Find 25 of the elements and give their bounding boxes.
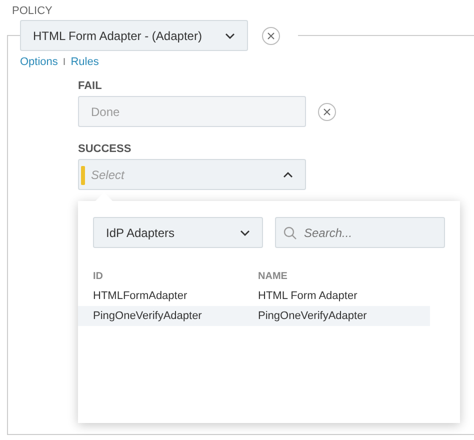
chevron-up-icon: [283, 172, 293, 178]
link-separator: I: [62, 56, 66, 68]
close-button[interactable]: [318, 102, 336, 120]
search-field[interactable]: Search...: [275, 217, 445, 248]
table-cell-text: HTMLFormAdapter: [93, 290, 188, 302]
policy-select[interactable]: HTML Form Adapter - (Adapter): [20, 20, 248, 51]
filter-select[interactable]: IdP Adapters: [93, 217, 263, 248]
table-row[interactable]: HTMLFormAdapter HTML Form Adapter: [78, 286, 430, 306]
section-label: POLICY: [12, 4, 54, 18]
search-icon: [283, 226, 297, 240]
close-button[interactable]: [262, 26, 280, 44]
table-cell-text: PingOneVerifyAdapter: [93, 310, 203, 322]
column-header: NAME: [258, 270, 288, 282]
table-cell-text: PingOneVerifyAdapter: [258, 310, 368, 322]
table-cell-text: HTML Form Adapter: [258, 290, 358, 302]
table-row[interactable]: PingOneVerifyAdapter PingOneVerifyAdapter: [78, 306, 430, 326]
close-icon: [267, 32, 275, 40]
options-link[interactable]: Options: [20, 56, 58, 68]
field-label: FAIL: [78, 80, 103, 92]
chevron-down-icon: [225, 32, 235, 38]
field-label: SUCCESS: [78, 143, 132, 155]
close-icon: [323, 108, 331, 116]
rules-link[interactable]: Rules: [70, 56, 99, 68]
chevron-down-icon: [240, 230, 250, 236]
column-header: ID: [93, 270, 104, 282]
